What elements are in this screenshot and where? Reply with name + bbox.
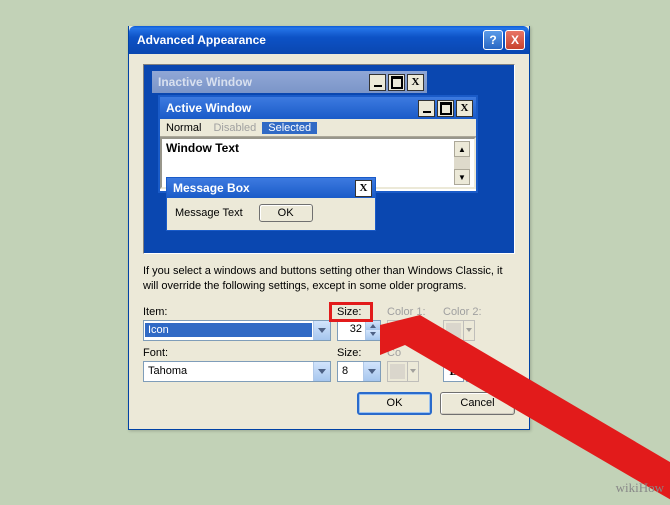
message-ok-button: OK — [259, 204, 313, 222]
chevron-down-icon — [407, 362, 418, 381]
item-row: Item: Icon Size: 32 Color 1: — [143, 306, 515, 341]
maximize-icon — [437, 100, 454, 117]
color2-label: Color 2: — [443, 306, 493, 318]
item-combo[interactable]: Icon — [143, 320, 331, 341]
size-label: Size: — [337, 306, 381, 318]
font-value: Tahoma — [144, 365, 313, 377]
menu-selected: Selected — [262, 122, 317, 134]
preview-area: Inactive Window X Active Window X Normal… — [143, 64, 515, 254]
watermark: wikiHow — [616, 480, 664, 496]
close-icon: X — [407, 74, 424, 91]
color1-button — [387, 320, 419, 341]
chevron-down-icon[interactable] — [313, 362, 330, 381]
font-size-combo[interactable]: 8 — [337, 361, 381, 382]
font-label: Font: — [143, 347, 331, 359]
close-icon: X — [355, 180, 372, 197]
help-button[interactable]: ? — [483, 30, 503, 50]
item-size-spinner[interactable]: 32 — [337, 320, 381, 341]
active-titlebar: Active Window X — [160, 97, 476, 119]
scrollbar: ▲ ▼ — [454, 141, 470, 185]
advanced-appearance-dialog: Advanced Appearance ? X Inactive Window … — [128, 26, 530, 430]
menu-normal: Normal — [160, 122, 207, 134]
item-size-value: 32 — [338, 321, 365, 340]
minimize-icon — [369, 74, 386, 91]
active-window-title: Active Window — [166, 101, 416, 115]
dialog-body: Inactive Window X Active Window X Normal… — [129, 54, 529, 429]
message-text: Message Text — [175, 207, 243, 219]
font-row: Font: Tahoma Size: 8 Co — [143, 347, 515, 382]
font-color-label: Co — [387, 347, 437, 359]
inactive-window: Inactive Window X — [152, 71, 427, 95]
item-label: Item: — [143, 306, 331, 318]
maximize-icon — [388, 74, 405, 91]
cancel-button[interactable]: Cancel — [440, 392, 515, 415]
color-swatch — [390, 364, 405, 379]
color-swatch — [446, 323, 461, 338]
chevron-down-icon — [407, 321, 418, 340]
menu-disabled: Disabled — [207, 122, 262, 134]
chevron-down-icon[interactable] — [313, 321, 330, 340]
italic-button[interactable]: I — [466, 361, 487, 382]
chevron-down-icon[interactable] — [363, 362, 380, 381]
font-combo[interactable]: Tahoma — [143, 361, 331, 382]
message-body: Message Text OK — [167, 198, 375, 230]
close-icon: X — [456, 100, 473, 117]
item-value: Icon — [145, 323, 312, 337]
titlebar[interactable]: Advanced Appearance ? X — [129, 26, 529, 54]
message-box: Message Box X Message Text OK — [166, 177, 376, 231]
scroll-down-icon: ▼ — [454, 169, 470, 185]
scroll-up-icon: ▲ — [454, 141, 470, 157]
message-titlebar: Message Box X — [167, 178, 375, 198]
menu-bar: Normal Disabled Selected — [160, 119, 476, 137]
ok-button[interactable]: OK — [357, 392, 432, 415]
font-color-button — [387, 361, 419, 382]
dialog-title: Advanced Appearance — [137, 33, 481, 47]
info-text: If you select a windows and buttons sett… — [143, 264, 515, 294]
spinner-up-icon[interactable] — [365, 321, 380, 331]
color1-label: Color 1: — [387, 306, 437, 318]
inactive-titlebar: Inactive Window X — [152, 71, 427, 93]
message-box-title: Message Box — [173, 181, 353, 195]
close-button[interactable]: X — [505, 30, 525, 50]
minimize-icon — [418, 100, 435, 117]
font-size-value: 8 — [338, 365, 363, 377]
color-swatch — [390, 323, 405, 338]
button-row: OK Cancel — [143, 392, 515, 415]
color2-button — [443, 320, 475, 341]
spinner-down-icon[interactable] — [365, 330, 380, 340]
font-size-label: Size: — [337, 347, 381, 359]
inactive-window-title: Inactive Window — [158, 75, 367, 89]
chevron-down-icon — [463, 321, 474, 340]
bold-button[interactable]: B — [443, 361, 464, 382]
